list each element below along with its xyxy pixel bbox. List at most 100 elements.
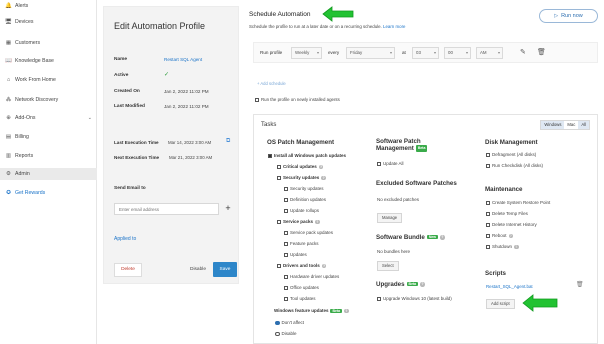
sidebar-item-billing[interactable]: ▤ Billing [0, 131, 97, 143]
green-arrow-icon [522, 294, 558, 312]
work-from-home-icon: ⌂ [6, 77, 11, 83]
modified-label: Last Modified [114, 104, 145, 109]
definition-updates-checkbox[interactable]: Definition updates [284, 197, 326, 202]
trash-icon[interactable]: 🗑 [537, 48, 546, 56]
sidebar-item-work-from-home[interactable]: ⌂ Work From Home [0, 74, 97, 86]
dont-affect-radio[interactable]: Don't affect [275, 320, 304, 326]
no-excluded-patches-text: No excluded patches [377, 197, 420, 202]
sidebar-item-get-rewards[interactable]: ✪ Get Rewards [0, 187, 97, 199]
drivers-tools-group-checkbox[interactable]: Drivers and tools? [277, 263, 327, 269]
restore-point-checkbox[interactable]: Create System Restore Point [486, 200, 550, 205]
disable-button[interactable]: Disable [185, 263, 211, 277]
network-icon: ⁂ [5, 97, 12, 103]
sidebar-item-devices[interactable]: 🖥 Devices [0, 16, 97, 28]
help-icon: ? [440, 235, 445, 240]
hour-select[interactable]: 03 ▾ [412, 47, 439, 59]
service-packs-group-checkbox[interactable]: Service packs? [277, 219, 320, 225]
at-label: at [402, 50, 406, 55]
reports-icon: ▥ [5, 153, 12, 159]
reboot-checkbox[interactable]: Reboot? [486, 233, 514, 239]
run-now-button[interactable]: ▷ Run now [539, 9, 598, 23]
newly-installed-checkbox[interactable]: Run the profile on newly installed agent… [255, 97, 340, 102]
office-updates-checkbox[interactable]: Office updates [284, 285, 319, 290]
delete-internet-history-checkbox[interactable]: Delete Internet History [486, 222, 537, 227]
defragment-checkbox[interactable]: Defragment (All disks) [486, 152, 536, 157]
email-field[interactable] [114, 203, 219, 215]
delete-temp-files-checkbox[interactable]: Delete Temp Files [486, 211, 528, 216]
help-icon: ? [315, 219, 320, 225]
last-exec-value: Mar 14, 2022 3:00 AM [168, 140, 212, 145]
day-select[interactable]: Friday ▾ [346, 47, 395, 59]
next-exec-label: Next Execution Time [114, 155, 160, 160]
run-profile-label: Run profile [260, 50, 283, 55]
critical-updates-checkbox[interactable]: Critical updates? [277, 164, 324, 170]
disk-management-heading: Disk Management [485, 139, 538, 146]
disable-radio[interactable]: Disable [275, 331, 297, 337]
bell-icon: 🔔 [5, 3, 12, 9]
update-all-checkbox[interactable]: Update All [377, 161, 404, 166]
select-bundle-button[interactable]: Select [377, 261, 399, 271]
green-arrow-icon [322, 6, 354, 22]
chevron-down-icon: ▾ [433, 50, 436, 55]
modified-value: Jan 2, 2022 11:02 PM [164, 104, 209, 109]
minute-select[interactable]: 00 ▾ [444, 47, 471, 59]
help-icon: ? [321, 263, 327, 269]
help-icon: ? [514, 244, 519, 250]
devices-icon: 🖥 [5, 19, 12, 25]
software-patch-heading: Software Patch Management Beta [376, 138, 428, 153]
install-all-checkbox[interactable]: Install all Windows patch updates [268, 153, 346, 158]
security-updates-checkbox[interactable]: Security updates [284, 186, 324, 191]
add-email-button[interactable]: + [222, 203, 234, 215]
script-link[interactable]: Restart_SQL_Agent.bat [486, 284, 533, 289]
sidebar-item-customers[interactable]: ▦ Customers [0, 37, 97, 49]
os-filter-windows[interactable]: Windows [541, 121, 565, 129]
admin-icon: ⚙ [6, 171, 11, 177]
name-label: Name [114, 57, 128, 62]
edit-icon[interactable]: ✎ [520, 48, 526, 56]
service-pack-updates-checkbox[interactable]: Service pack updates [284, 230, 333, 235]
new-badge: New [426, 235, 439, 240]
os-filter-all[interactable]: All [578, 121, 589, 129]
sidebar-item-label: Add-Ons [15, 115, 36, 121]
shutdown-checkbox[interactable]: Shutdown? [486, 244, 519, 250]
sidebar-item-admin[interactable]: ⚙ Admin [0, 168, 97, 180]
sidebar-item-alerts[interactable]: 🔔 Alerts [0, 0, 97, 12]
manage-button[interactable]: Manage [377, 213, 403, 223]
sidebar-item-knowledge-base[interactable]: 📖 Knowledge Base [0, 55, 97, 67]
sidebar-item-label: Devices [15, 19, 34, 25]
sidebar-item-reports[interactable]: ▥ Reports [0, 150, 97, 162]
os-patch-heading: OS Patch Management [267, 139, 335, 146]
checkdisk-checkbox[interactable]: Run Checkdisk (All disks) [486, 163, 543, 168]
update-rollups-checkbox[interactable]: Update rollups [284, 208, 319, 213]
active-check-icon: ✓ [164, 72, 170, 78]
profile-name-link[interactable]: Restart SQL Agent [164, 57, 202, 62]
ampm-select[interactable]: AM ▾ [476, 47, 503, 59]
updates-checkbox[interactable]: Updates [284, 252, 307, 257]
trash-icon[interactable]: 🗑 [576, 281, 584, 288]
tool-updates-checkbox[interactable]: Tool updates [284, 296, 316, 301]
save-button[interactable]: Save [213, 262, 237, 277]
frequency-select[interactable]: Weekly ▾ [291, 47, 322, 59]
upgrade-windows-checkbox[interactable]: Upgrade Windows 10 (latest build) [377, 296, 452, 301]
beta-badge: Beta [415, 145, 428, 152]
applied-to-link[interactable]: Applied to [114, 236, 136, 242]
learn-more-link[interactable]: Learn more [383, 24, 405, 29]
feature-packs-checkbox[interactable]: Feature packs [284, 241, 319, 246]
chevron-down-icon: ▾ [389, 50, 392, 55]
delete-button[interactable]: Delete [114, 263, 142, 277]
billing-icon: ▤ [5, 134, 12, 140]
beta-badge: Beta [330, 308, 343, 313]
external-link-icon[interactable]: ⧉ [226, 138, 230, 145]
add-script-button[interactable]: Add script [486, 299, 515, 309]
sidebar: 🔔 Alerts 🖥 Devices ▦ Customers 📖 Knowledge B… [0, 0, 97, 344]
addons-icon: ⊕ [6, 115, 11, 121]
chevron-down-icon: ⌄ [87, 115, 92, 121]
sidebar-item-network-discovery[interactable]: ⁂ Network Discovery [0, 94, 97, 106]
windows-feature-updates-label: Windows feature updates Beta? [274, 308, 349, 314]
os-filter-mac[interactable]: Mac [564, 121, 578, 129]
hardware-driver-updates-checkbox[interactable]: Hardware driver updates [284, 274, 339, 279]
security-updates-group-checkbox[interactable]: Security updates? [277, 175, 326, 181]
sidebar-item-add-ons[interactable]: ⊕ Add-Ons ⌄ [0, 112, 97, 124]
add-schedule-link[interactable]: + Add schedule [257, 81, 286, 86]
run-schedule-row: Run profile Weekly ▾ every Friday ▾ at 03 ▾… [253, 42, 598, 63]
